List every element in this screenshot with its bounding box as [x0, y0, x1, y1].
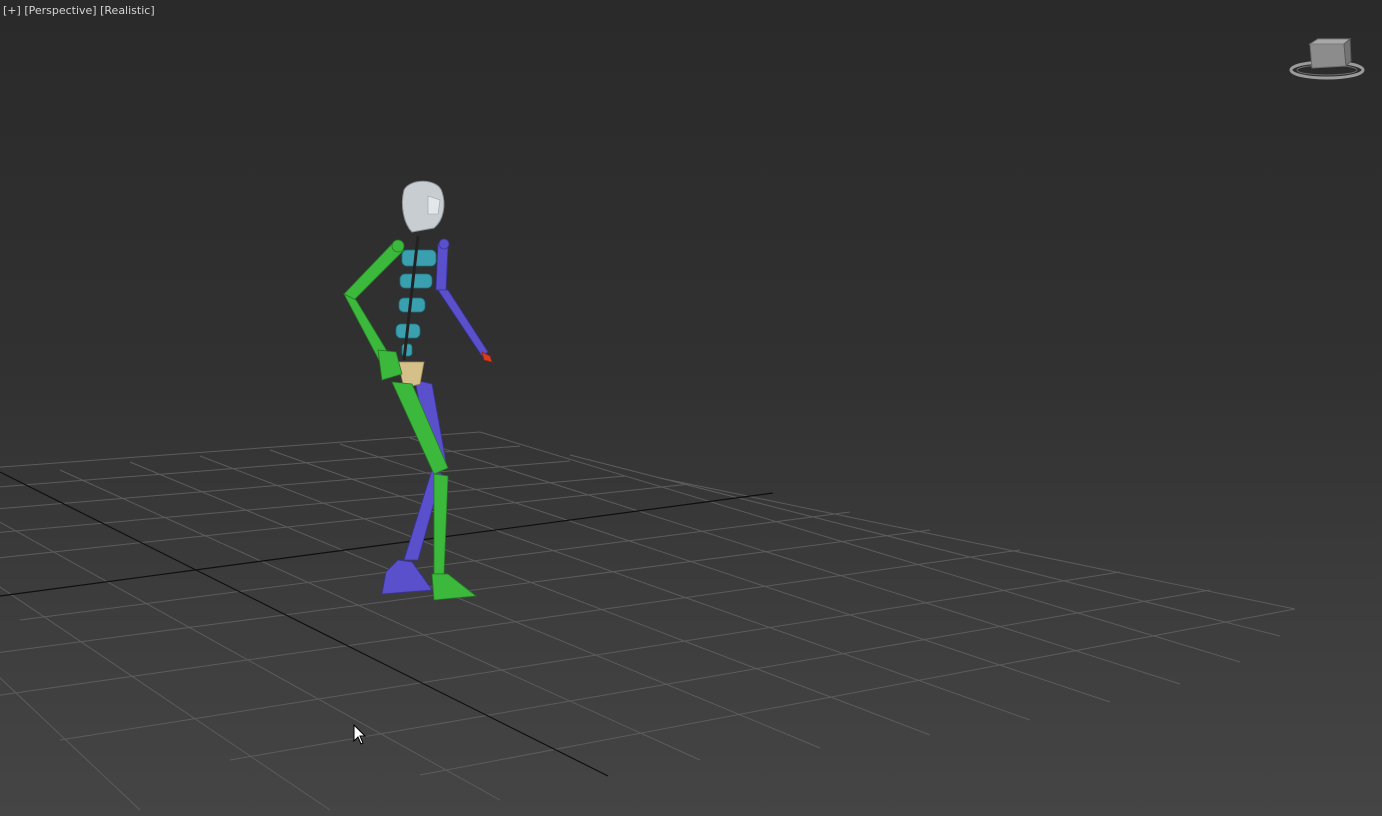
scene-canvas[interactable]	[0, 0, 1382, 816]
view-label-button[interactable]: [Perspective]	[24, 4, 96, 18]
viewport-menu-button[interactable]: [+]	[3, 4, 21, 18]
shading-label-button[interactable]: [Realistic]	[100, 4, 155, 18]
viewcube-icon[interactable]	[1288, 36, 1366, 82]
left-arm[interactable]	[343, 239, 405, 381]
home-grid	[0, 431, 1296, 811]
spine[interactable]	[395, 235, 437, 361]
biped-character[interactable]	[343, 180, 493, 601]
head[interactable]	[401, 180, 445, 233]
viewport-label: [+] [Perspective] [Realistic]	[3, 4, 155, 18]
perspective-viewport[interactable]: [+] [Perspective] [Realistic]	[0, 0, 1382, 816]
mouse-pointer-icon	[353, 724, 367, 745]
right-arm[interactable]	[435, 238, 493, 363]
